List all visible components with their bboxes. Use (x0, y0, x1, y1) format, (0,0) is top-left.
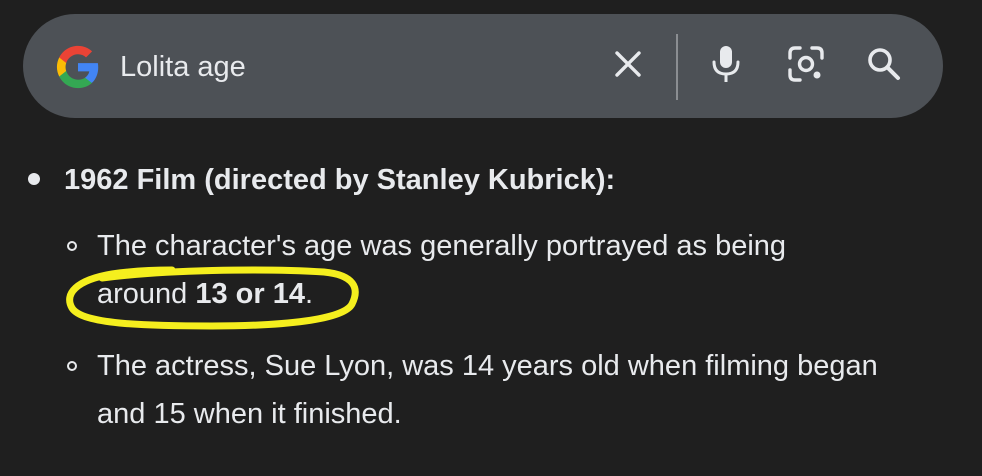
list-item-2-line-2: and 15 when it finished. (97, 398, 402, 430)
voice-search-button[interactable] (702, 42, 750, 90)
search-input[interactable]: Lolita age (120, 47, 246, 87)
list-item-2-line-1: The actress, Sue Lyon, was 14 years old … (97, 350, 878, 382)
sub-list-bullet (67, 361, 77, 371)
google-logo-icon (55, 44, 101, 90)
list-item-1-line-1: The character's age was generally portra… (97, 230, 787, 262)
close-icon (612, 48, 644, 85)
list-bullet (28, 173, 40, 185)
camera-lens-icon (786, 44, 826, 89)
result-heading: 1962 Film (directed by Stanley Kubrick): (64, 164, 616, 196)
sub-list-bullet (67, 241, 77, 251)
yellow-annotation-circle (66, 266, 359, 330)
microphone-icon (709, 44, 743, 89)
search-icon (864, 44, 904, 89)
page: Lolita age 1962 Film (directed by Stanle… (0, 0, 982, 476)
lens-search-button[interactable] (782, 42, 830, 90)
search-button[interactable] (860, 42, 908, 90)
search-bar-divider (676, 34, 678, 100)
clear-button[interactable] (604, 42, 652, 90)
